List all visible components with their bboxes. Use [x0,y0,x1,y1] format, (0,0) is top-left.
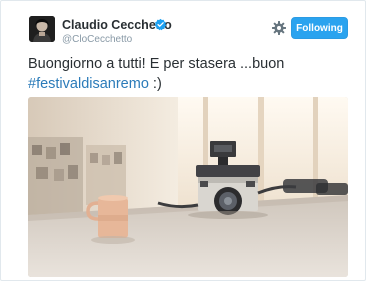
tweet-text-end: :) [148,75,162,92]
tweet-photo[interactable] [28,97,348,277]
verified-badge-icon [154,18,167,31]
tweet-text-start: Buongiorno a tutti! E per stasera ...buo… [28,56,285,72]
hashtag-link[interactable]: #festivaldisanremo [28,76,149,92]
tweet-text: Buongiorno a tutti! E per stasera ...buo… [28,55,348,94]
tweet-card: Claudio Cecchetto @CloCecchetto Followin… [0,0,366,281]
gear-icon[interactable] [271,20,287,36]
user-handle[interactable]: @CloCecchetto [62,34,132,45]
avatar[interactable] [29,16,55,42]
following-button[interactable]: Following [291,17,348,39]
